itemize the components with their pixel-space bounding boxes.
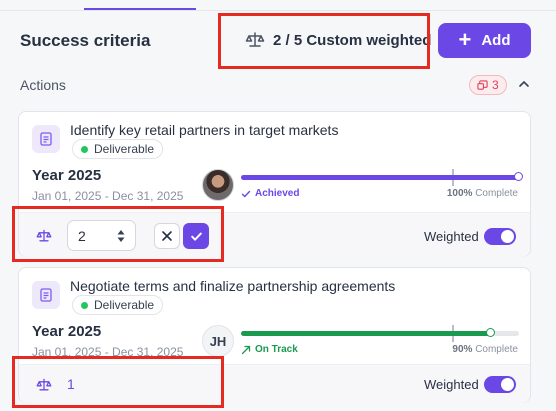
highlight-box: [12, 206, 224, 262]
plus-icon: +: [458, 26, 472, 52]
actions-count-badge: 3: [469, 75, 507, 95]
top-divider: [0, 10, 556, 11]
actions-section-header[interactable]: Actions 3: [20, 75, 532, 95]
status-label: Achieved: [241, 188, 299, 199]
type-label: Deliverable: [94, 298, 155, 312]
toggle-knob: [501, 230, 514, 243]
status-text: On Track: [255, 344, 298, 355]
active-tab-indicator: [84, 8, 196, 10]
completion-label: Complete: [475, 188, 518, 199]
status-dot: [81, 145, 88, 153]
progress-knob: [486, 328, 496, 337]
document-icon: [32, 125, 60, 153]
progress-bar: [241, 325, 519, 342]
status-dot: [81, 301, 88, 309]
comment-icon: [477, 79, 488, 90]
actions-count: 3: [492, 78, 499, 92]
status-label: On Track: [241, 344, 298, 355]
type-pill: Deliverable: [72, 139, 164, 159]
period-label: Year 2025: [32, 167, 102, 184]
type-pill: Deliverable: [72, 295, 164, 315]
type-label: Deliverable: [94, 142, 155, 156]
trend-up-icon: [241, 345, 251, 354]
check-icon: [241, 190, 251, 198]
weighted-toggle[interactable]: [484, 376, 516, 393]
chevron-up-icon[interactable]: [516, 76, 532, 92]
completion-text: 90% Complete: [452, 344, 518, 355]
completion-value: 100%: [446, 188, 473, 199]
status-text: Achieved: [255, 188, 300, 199]
date-range: Jan 01, 2025 - Dec 31, 2025: [32, 189, 184, 203]
toggle-knob: [501, 378, 514, 391]
weighted-label: Weighted: [424, 229, 479, 244]
progress-fill: [241, 331, 492, 336]
weighted-toggle[interactable]: [484, 228, 516, 245]
action-title[interactable]: Negotiate terms and finalize partnership…: [70, 278, 395, 294]
actions-label: Actions: [20, 77, 66, 93]
completion-label: Complete: [475, 344, 518, 355]
avatar[interactable]: [202, 169, 234, 201]
progress-fill: [241, 175, 519, 180]
period-label: Year 2025: [32, 323, 102, 340]
add-button-label: Add: [481, 32, 511, 49]
action-title[interactable]: Identify key retail partners in target m…: [70, 122, 338, 138]
page-title: Success criteria: [20, 31, 151, 50]
highlight-box: [12, 356, 224, 408]
add-button[interactable]: + Add: [438, 23, 531, 58]
avatar[interactable]: JH: [202, 325, 234, 357]
highlight-box: [218, 13, 430, 69]
weighted-label: Weighted: [424, 377, 479, 392]
document-icon: [32, 281, 60, 309]
completion-value: 90%: [452, 344, 473, 355]
progress-knob: [514, 172, 523, 181]
completion-text: 100% Complete: [447, 188, 518, 199]
progress-bar: [241, 169, 523, 186]
